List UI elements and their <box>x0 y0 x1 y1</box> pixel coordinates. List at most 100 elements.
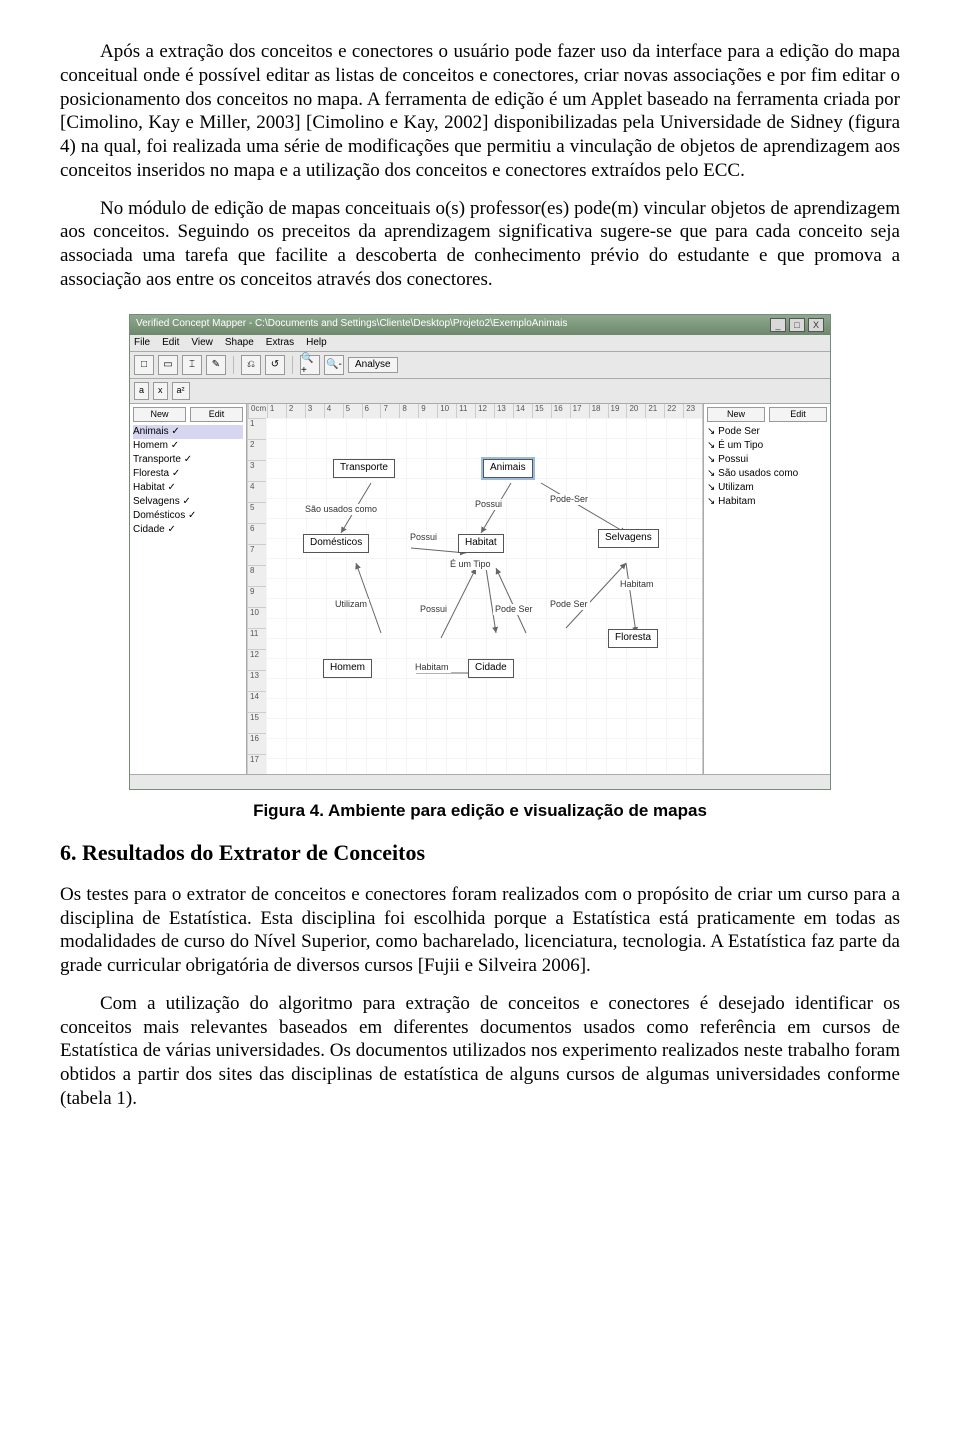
ruler-tick: 11 <box>456 404 475 418</box>
ruler-tick: 8 <box>399 404 418 418</box>
ruler-tick: 13 <box>494 404 513 418</box>
tool-new-icon[interactable]: □ <box>134 355 154 375</box>
horizontal-ruler: 0cm 1 2 3 4 5 6 7 8 9 10 11 12 13 14 15 <box>248 404 702 419</box>
figure-4: Verified Concept Mapper - C:\Documents a… <box>60 314 900 791</box>
ruler-tick: 10 <box>248 607 266 628</box>
subtool-a[interactable]: a <box>134 382 149 400</box>
ruler-tick: 11 <box>248 628 266 649</box>
menu-view[interactable]: View <box>191 337 213 350</box>
subtool-x[interactable]: x <box>153 382 168 400</box>
ruler-tick: 15 <box>248 712 266 733</box>
node-selvagens[interactable]: Selvagens <box>598 529 659 548</box>
edge-label: Pode Ser <box>493 604 535 615</box>
right-list-item[interactable]: ↘ São usados como <box>707 467 827 481</box>
ruler-tick: 15 <box>532 404 551 418</box>
edge-label: Utilizam <box>333 599 369 610</box>
menu-extras[interactable]: Extras <box>266 337 294 350</box>
tool-redo-icon[interactable]: ↺ <box>265 355 285 375</box>
edge-label: Pode Ser <box>548 599 590 610</box>
ruler-tick: 6 <box>362 404 381 418</box>
paragraph-4: Com a utilização do algoritmo para extra… <box>60 992 900 1111</box>
ruler-tick: 8 <box>248 565 266 586</box>
window-close-button[interactable]: X <box>808 318 824 332</box>
right-list-item[interactable]: ↘ Pode Ser <box>707 425 827 439</box>
ruler-tick: 17 <box>248 754 266 774</box>
right-list-item[interactable]: ↘ Habitam <box>707 495 827 509</box>
window-maximize-button[interactable]: □ <box>789 318 805 332</box>
ruler-tick: 5 <box>248 502 266 523</box>
subtool-a2[interactable]: a² <box>172 382 190 400</box>
node-floresta[interactable]: Floresta <box>608 629 658 648</box>
node-domesticos[interactable]: Domésticos <box>303 534 369 553</box>
ruler-tick: 9 <box>418 404 437 418</box>
right-panel: New Edit ↘ Pode Ser ↘ É um Tipo ↘ Possui… <box>703 404 830 774</box>
ruler-tick: 14 <box>248 691 266 712</box>
toolbar-separator <box>292 356 293 374</box>
applet-window: Verified Concept Mapper - C:\Documents a… <box>129 314 831 791</box>
applet-titlebar: Verified Concept Mapper - C:\Documents a… <box>130 315 830 335</box>
ruler-tick: 16 <box>248 733 266 754</box>
ruler-tick: 3 <box>248 460 266 481</box>
left-list-item[interactable]: Animais ✓ <box>133 425 243 439</box>
right-list-item[interactable]: ↘ É um Tipo <box>707 439 827 453</box>
left-edit-button[interactable]: Edit <box>190 407 243 422</box>
ruler-tick: 12 <box>475 404 494 418</box>
left-list-item[interactable]: Habitat ✓ <box>133 481 243 495</box>
left-list-item[interactable]: Cidade ✓ <box>133 523 243 537</box>
ruler-tick: 19 <box>608 404 627 418</box>
menu-file[interactable]: File <box>134 337 150 350</box>
tool-save-icon[interactable]: ⌶ <box>182 355 202 375</box>
ruler-tick: 6 <box>248 523 266 544</box>
edge-label: Possui <box>408 532 439 543</box>
ruler-tick: 21 <box>645 404 664 418</box>
ruler-tick: 1 <box>248 418 266 439</box>
applet-menubar: File Edit View Shape Extras Help <box>130 335 830 353</box>
left-list-item[interactable]: Homem ✓ <box>133 439 243 453</box>
node-habitat[interactable]: Habitat <box>458 534 504 553</box>
tool-zoom-out-icon[interactable]: 🔍- <box>324 355 344 375</box>
analyse-button[interactable]: Analyse <box>348 357 398 374</box>
ruler-tick: 20 <box>626 404 645 418</box>
figure-4-caption: Figura 4. Ambiente para edição e visuali… <box>60 800 900 821</box>
window-minimize-button[interactable]: _ <box>770 318 786 332</box>
ruler-tick: 4 <box>324 404 343 418</box>
ruler-tick: 22 <box>664 404 683 418</box>
tool-open-icon[interactable]: ▭ <box>158 355 178 375</box>
node-cidade[interactable]: Cidade <box>468 659 514 678</box>
applet-statusbar <box>130 774 830 789</box>
tool-edit-icon[interactable]: ✎ <box>206 355 226 375</box>
edge-label: Habitam <box>618 579 656 590</box>
node-homem[interactable]: Homem <box>323 659 372 678</box>
left-panel: New Edit Animais ✓ Homem ✓ Transporte ✓ … <box>130 404 247 774</box>
paragraph-1: Após a extração dos conceitos e conector… <box>60 40 900 183</box>
right-new-button[interactable]: New <box>707 407 765 422</box>
left-new-button[interactable]: New <box>133 407 186 422</box>
left-list-item[interactable]: Domésticos ✓ <box>133 509 243 523</box>
concept-map-canvas[interactable]: 0cm 1 2 3 4 5 6 7 8 9 10 11 12 13 14 15 <box>247 404 703 774</box>
node-transporte[interactable]: Transporte <box>333 459 395 478</box>
applet-body: New Edit Animais ✓ Homem ✓ Transporte ✓ … <box>130 404 830 774</box>
right-list-item[interactable]: ↘ Utilizam <box>707 481 827 495</box>
menu-shape[interactable]: Shape <box>225 337 254 350</box>
right-edit-button[interactable]: Edit <box>769 407 827 422</box>
menu-help[interactable]: Help <box>306 337 327 350</box>
ruler-tick: 2 <box>248 439 266 460</box>
tool-zoom-in-icon[interactable]: 🔍+ <box>300 355 320 375</box>
ruler-tick: 16 <box>551 404 570 418</box>
edge-label: É um Tipo <box>448 559 493 570</box>
node-animais[interactable]: Animais <box>483 459 533 478</box>
paragraph-3: Os testes para o extrator de conceitos e… <box>60 883 900 978</box>
left-list-item[interactable]: Selvagens ✓ <box>133 495 243 509</box>
ruler-tick: 13 <box>248 670 266 691</box>
edge-label: Pode-Ser <box>548 494 590 505</box>
edge-label: Possui <box>473 499 504 510</box>
ruler-tick: 0cm <box>248 404 267 418</box>
right-list-item[interactable]: ↘ Possui <box>707 453 827 467</box>
menu-edit[interactable]: Edit <box>162 337 179 350</box>
ruler-tick: 10 <box>437 404 456 418</box>
ruler-tick: 7 <box>380 404 399 418</box>
left-list-item[interactable]: Floresta ✓ <box>133 467 243 481</box>
left-list-item[interactable]: Transporte ✓ <box>133 453 243 467</box>
tool-undo-icon[interactable]: ⎌ <box>241 355 261 375</box>
ruler-tick: 7 <box>248 544 266 565</box>
